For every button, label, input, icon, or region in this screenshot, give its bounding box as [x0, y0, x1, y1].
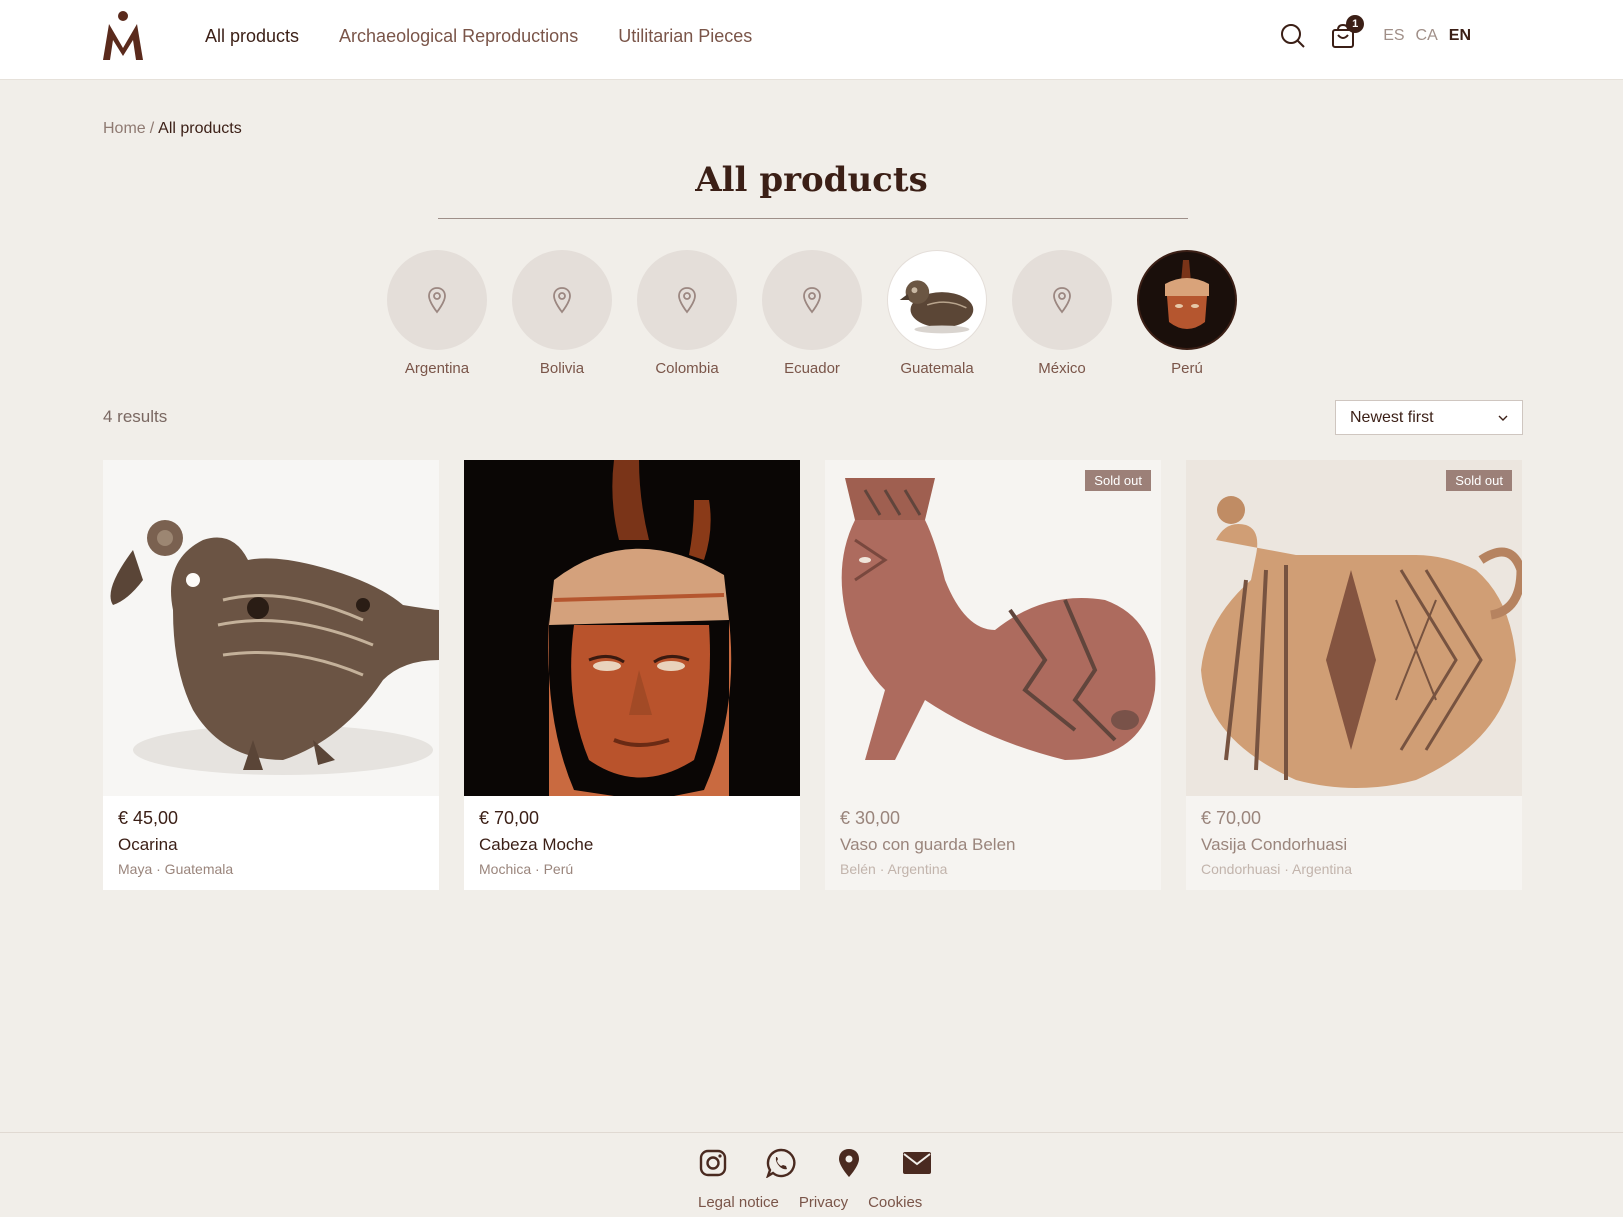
sold-out-badge: Sold out	[1085, 470, 1151, 491]
country-circle	[512, 250, 612, 350]
header-actions: 1 ES CA EN	[1278, 0, 1471, 72]
product-price: € 45,00	[118, 808, 179, 828]
country-image	[1137, 250, 1237, 350]
product-info: € 30,00 Vaso con guarda Belen Belén · Ar…	[825, 796, 1161, 889]
product-grid: € 45,00 Ocarina Maya · Guatemala € 70,00…	[103, 460, 1522, 890]
product-card[interactable]: € 45,00 Ocarina Maya · Guatemala	[103, 460, 439, 890]
instagram-icon[interactable]	[697, 1147, 728, 1178]
country-filter-peru[interactable]: Perú	[1137, 250, 1237, 377]
product-info: € 70,00 Vasija Condorhuasi Condorhuasi ·…	[1186, 796, 1522, 889]
country-filter-ecuador[interactable]: Ecuador	[762, 250, 862, 377]
map-pin-icon	[803, 287, 821, 314]
ocarina-thumbnail	[899, 280, 974, 334]
nav-archaeological-reproductions[interactable]: Archaeological Reproductions	[339, 26, 578, 47]
product-price: € 70,00	[479, 808, 540, 828]
product-card[interactable]: Sold out € 70,00 Vasija Condorhuasi Cond…	[1186, 460, 1522, 890]
lang-ca[interactable]: CA	[1416, 27, 1438, 45]
breadcrumb-home[interactable]: Home	[103, 120, 146, 137]
product-info: € 70,00 Cabeza Moche Mochica · Perú	[464, 796, 800, 889]
site-footer: Legal notice Privacy Cookies	[0, 1132, 1623, 1217]
breadcrumb-separator: /	[149, 120, 155, 137]
product-card[interactable]: € 70,00 Cabeza Moche Mochica · Perú	[464, 460, 800, 890]
product-image: Sold out	[1186, 460, 1522, 796]
product-origin: Belén · Argentina	[840, 861, 948, 877]
product-image	[464, 460, 800, 796]
product-price: € 70,00	[1201, 808, 1262, 828]
country-circle	[1012, 250, 1112, 350]
cart-count-badge: 1	[1346, 15, 1365, 33]
country-label: Perú	[1171, 360, 1203, 377]
footer-link-cookies[interactable]: Cookies	[868, 1194, 922, 1211]
site-header: All products Archaeological Reproduction…	[0, 0, 1623, 80]
country-image	[887, 250, 987, 350]
footer-link-legal-notice[interactable]: Legal notice	[698, 1194, 779, 1211]
country-label: México	[1038, 360, 1086, 377]
map-pin-icon	[1053, 287, 1071, 314]
product-name: Cabeza Moche	[479, 835, 594, 854]
product-card[interactable]: Sold out € 30,00 Vaso con guarda Belen B…	[825, 460, 1161, 890]
country-circle	[637, 250, 737, 350]
footer-link-privacy[interactable]: Privacy	[799, 1194, 848, 1211]
results-count: 4 results	[103, 407, 168, 426]
sort-selected-value: Newest first	[1350, 408, 1434, 426]
page-title: All products	[695, 160, 928, 200]
sold-out-badge: Sold out	[1446, 470, 1512, 491]
nav-all-products[interactable]: All products	[205, 26, 299, 47]
sort-select[interactable]: Newest first	[1335, 400, 1523, 435]
product-image	[103, 460, 439, 796]
country-label: Colombia	[655, 360, 719, 377]
main-nav: All products Archaeological Reproduction…	[205, 0, 752, 72]
country-filters: Argentina Bolivia Colombia Ecuador Guate…	[387, 250, 1237, 377]
product-origin: Condorhuasi · Argentina	[1201, 861, 1352, 877]
map-pin-icon	[553, 287, 571, 314]
country-filter-argentina[interactable]: Argentina	[387, 250, 487, 377]
location-icon[interactable]	[833, 1147, 864, 1178]
product-origin: Mochica · Perú	[479, 861, 574, 877]
map-pin-icon	[428, 287, 446, 314]
brand-logo[interactable]	[101, 10, 145, 62]
country-circle	[762, 250, 862, 350]
moche-head-thumbnail	[1165, 260, 1209, 329]
breadcrumb-current: All products	[158, 120, 242, 137]
nav-utilitarian-pieces[interactable]: Utilitarian Pieces	[618, 26, 752, 47]
country-circle	[387, 250, 487, 350]
cart-button[interactable]: 1	[1328, 15, 1365, 51]
country-label: Bolivia	[539, 360, 585, 377]
product-price: € 30,00	[840, 808, 901, 828]
chevron-down-icon	[1498, 415, 1508, 421]
product-name: Vasija Condorhuasi	[1201, 835, 1348, 854]
product-name: Ocarina	[118, 835, 178, 854]
product-image: Sold out	[825, 460, 1161, 796]
footer-links: Legal notice Privacy Cookies	[698, 1194, 922, 1211]
country-filter-colombia[interactable]: Colombia	[637, 250, 737, 377]
title-divider	[438, 218, 1188, 219]
mail-icon[interactable]	[901, 1147, 932, 1178]
product-origin: Maya · Guatemala	[118, 861, 234, 877]
country-label: Argentina	[404, 360, 470, 377]
search-icon[interactable]	[1278, 21, 1308, 51]
lang-es[interactable]: ES	[1383, 27, 1404, 45]
country-label: Guatemala	[900, 360, 974, 377]
product-info: € 45,00 Ocarina Maya · Guatemala	[103, 796, 439, 889]
country-filter-bolivia[interactable]: Bolivia	[512, 250, 612, 377]
whatsapp-icon[interactable]	[765, 1147, 796, 1178]
breadcrumb: Home / All products	[103, 120, 242, 138]
country-filter-mexico[interactable]: México	[1012, 250, 1112, 377]
country-label: Ecuador	[784, 360, 840, 377]
map-pin-icon	[678, 287, 696, 314]
lang-en[interactable]: EN	[1449, 27, 1471, 45]
country-filter-guatemala[interactable]: Guatemala	[887, 250, 987, 377]
product-name: Vaso con guarda Belen	[840, 835, 1016, 854]
social-links	[697, 1147, 932, 1178]
